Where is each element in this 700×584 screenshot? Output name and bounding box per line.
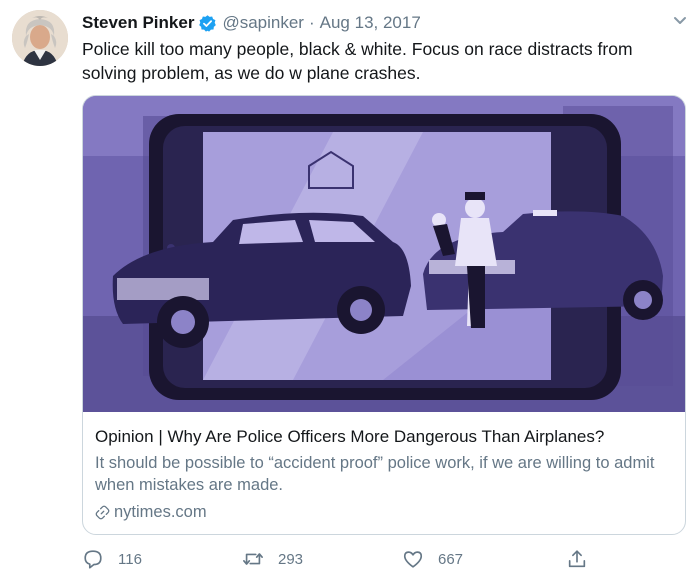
reply-icon (84, 550, 102, 569)
reply-count: 116 (118, 550, 142, 568)
like-count: 667 (438, 550, 464, 568)
tweet-date[interactable]: Aug 13, 2017 (320, 13, 421, 33)
tweet-actions: 116 293 667 (82, 548, 602, 572)
chevron-down-icon[interactable] (672, 14, 688, 26)
card-title[interactable]: Opinion | Why Are Police Officers More D… (95, 426, 675, 448)
retweet-icon (243, 553, 263, 565)
verified-badge-icon (198, 14, 217, 33)
reply-button[interactable]: 116 (82, 548, 142, 570)
author-handle[interactable]: @sapinker (222, 13, 304, 33)
retweet-count: 293 (278, 550, 304, 568)
header-separator: · (308, 13, 315, 32)
avatar[interactable] (12, 10, 68, 66)
share-icon (568, 550, 586, 568)
link-icon (95, 505, 110, 519)
tweet: Steven Pinker @sapinker · Aug 13, 2017 P… (0, 0, 700, 584)
like-button[interactable]: 667 (402, 548, 463, 570)
card-image[interactable] (83, 96, 686, 412)
tweet-text: Police kill too many people, black & whi… (82, 39, 633, 83)
card-description: It should be possible to “accident proof… (95, 454, 655, 494)
card-domain-text: nytimes.com (114, 503, 207, 521)
tweet-header: Steven Pinker @sapinker · Aug 13, 2017 (82, 11, 421, 35)
author-name[interactable]: Steven Pinker (82, 13, 194, 33)
card-text: Opinion | Why Are Police Officers More D… (95, 426, 675, 523)
heart-icon (403, 551, 423, 568)
share-button[interactable] (566, 548, 588, 570)
retweet-button[interactable]: 293 (242, 548, 303, 570)
link-card[interactable]: Opinion | Why Are Police Officers More D… (82, 95, 686, 535)
card-domain[interactable]: nytimes.com (95, 501, 675, 523)
